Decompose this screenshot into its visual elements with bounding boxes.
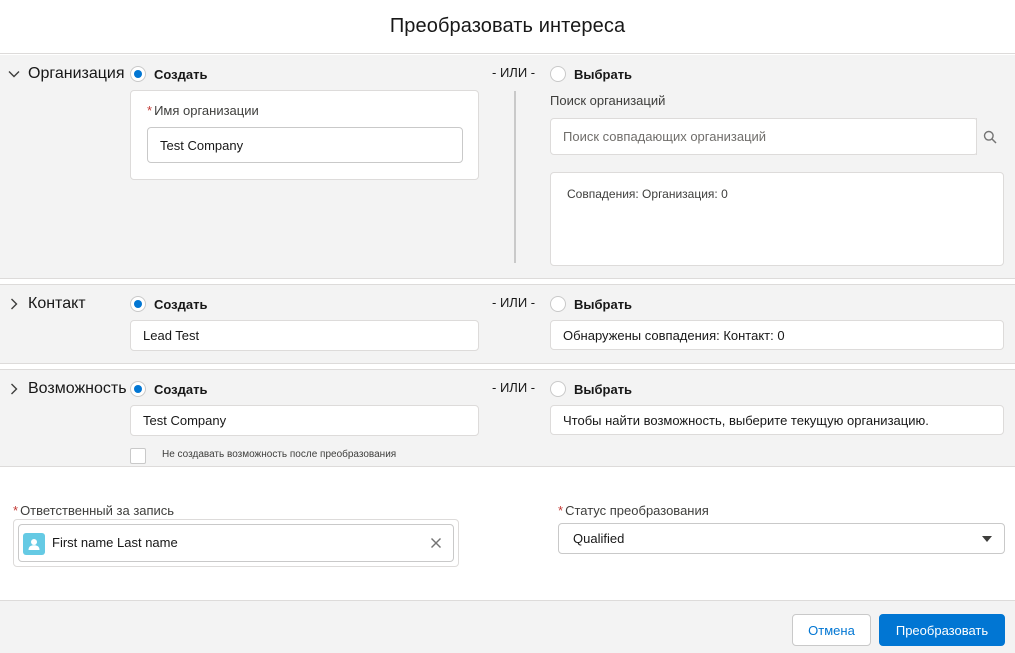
required-mark: * xyxy=(558,503,564,518)
contact-or-label: - ИЛИ - xyxy=(492,295,536,310)
account-choose-label: Выбрать xyxy=(574,67,633,82)
user-avatar-icon xyxy=(23,533,45,555)
account-search-label: Поиск организаций xyxy=(550,93,666,108)
contact-section: Контакт Создать - ИЛИ - Выбрать Lead Tes… xyxy=(0,284,1015,364)
account-section: Организация Создать - ИЛИ - Выбрать * Имя… xyxy=(0,55,1015,279)
opportunity-name-input[interactable]: Test Company xyxy=(130,405,479,436)
clear-selection-icon[interactable] xyxy=(429,536,443,550)
owner-lookup: First name Last name xyxy=(13,519,459,567)
status-select[interactable]: Qualified xyxy=(558,523,1005,554)
account-name-label: * Имя организации xyxy=(147,103,259,118)
convert-lead-modal: Преобразовать интереса Организация Созда… xyxy=(0,0,1015,653)
opportunity-choose-radio[interactable] xyxy=(550,381,566,397)
opportunity-section-title: Возможность xyxy=(28,380,127,397)
status-label: * Статус преобразования xyxy=(558,503,709,518)
chevron-down-icon[interactable] xyxy=(8,68,20,80)
opportunity-create-label: Создать xyxy=(154,382,208,397)
account-search-button[interactable] xyxy=(976,118,1002,155)
opportunity-info-box: Чтобы найти возможность, выберите текущу… xyxy=(550,405,1004,435)
modal-header: Преобразовать интереса xyxy=(0,0,1015,54)
account-search-input[interactable]: Поиск совпадающих организаций xyxy=(550,118,978,155)
chevron-right-icon[interactable] xyxy=(8,298,20,310)
contact-create-label: Создать xyxy=(154,297,208,312)
required-mark: * xyxy=(147,103,153,118)
account-or-label: - ИЛИ - xyxy=(492,65,536,80)
account-choose-radio[interactable] xyxy=(550,66,566,82)
account-name-input[interactable]: Test Company xyxy=(147,127,463,163)
contact-choose-radio[interactable] xyxy=(550,296,566,312)
contact-create-radio[interactable] xyxy=(130,296,146,312)
modal-footer: Отмена Преобразовать xyxy=(0,600,1015,653)
opportunity-info-text: Чтобы найти возможность, выберите текущу… xyxy=(563,412,929,428)
opportunity-or-label: - ИЛИ - xyxy=(492,380,536,395)
account-create-card: * Имя организации Test Company xyxy=(130,90,479,180)
contact-matches-box: Обнаружены совпадения: Контакт: 0 xyxy=(550,320,1004,350)
contact-name-input[interactable]: Lead Test xyxy=(130,320,479,351)
contact-choose-label: Выбрать xyxy=(574,297,633,312)
opportunity-choose-label: Выбрать xyxy=(574,382,633,397)
account-matches-text: Совпадения: Организация: 0 xyxy=(567,187,728,201)
account-name-label-text: Имя организации xyxy=(154,103,259,118)
owner-label-text: Ответственный за запись xyxy=(20,503,175,518)
status-selected-value: Qualified xyxy=(573,531,625,546)
caret-down-icon xyxy=(982,536,992,542)
account-section-title: Организация xyxy=(28,65,125,82)
search-icon xyxy=(983,130,997,144)
owner-label: * Ответственный за запись xyxy=(13,503,174,518)
dont-create-opportunity-label: Не создавать возможность после преобразо… xyxy=(162,449,397,460)
dont-create-opportunity-checkbox[interactable] xyxy=(130,448,146,464)
account-create-radio[interactable] xyxy=(130,66,146,82)
required-mark: * xyxy=(13,503,19,518)
status-label-text: Статус преобразования xyxy=(565,503,709,518)
modal-title: Преобразовать интереса xyxy=(389,15,626,37)
cancel-button[interactable]: Отмена xyxy=(792,614,871,646)
vertical-divider xyxy=(514,91,516,263)
opportunity-section: Возможность Создать - ИЛИ - Выбрать Test… xyxy=(0,369,1015,467)
contact-section-title: Контакт xyxy=(28,295,86,312)
owner-name: First name Last name xyxy=(52,535,178,550)
account-matches-box: Совпадения: Организация: 0 xyxy=(550,172,1004,266)
chevron-right-icon[interactable] xyxy=(8,383,20,395)
owner-pill[interactable]: First name Last name xyxy=(18,524,454,562)
convert-button[interactable]: Преобразовать xyxy=(879,614,1005,646)
account-create-label: Создать xyxy=(154,67,208,82)
contact-matches-text: Обнаружены совпадения: Контакт: 0 xyxy=(563,327,785,343)
opportunity-create-radio[interactable] xyxy=(130,381,146,397)
